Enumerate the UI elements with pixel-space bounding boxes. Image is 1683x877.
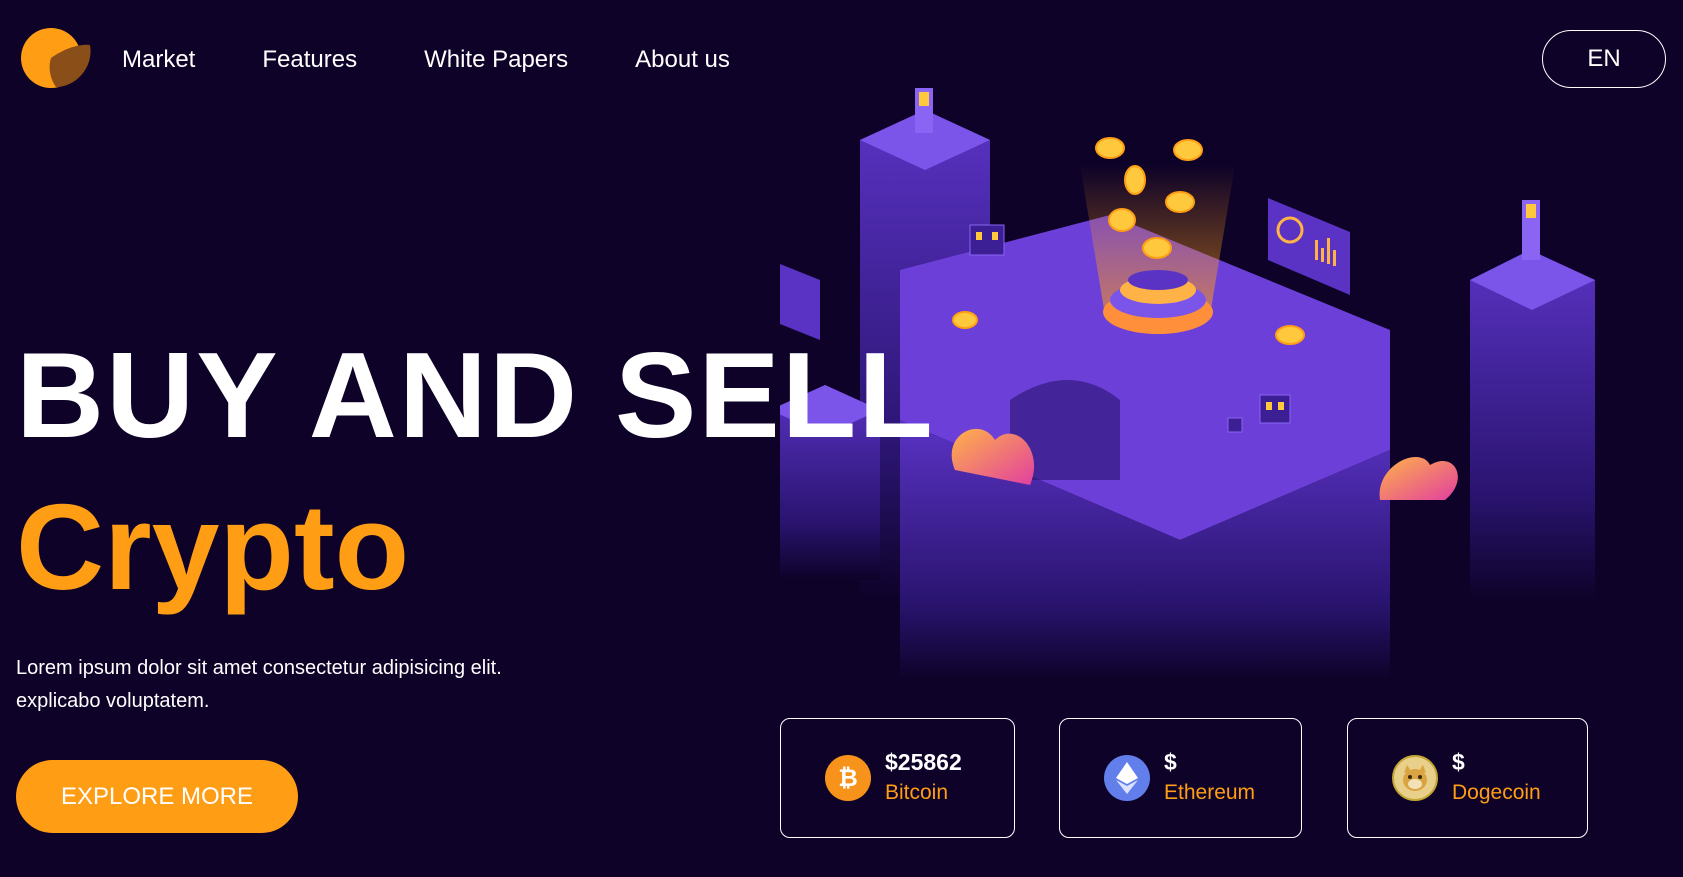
coin-name: Bitcoin	[885, 781, 949, 804]
svg-text:₿: ₿	[838, 764, 858, 792]
hero-description-line1: Lorem ipsum dolor sit amet consectetur a…	[16, 657, 502, 679]
hero-description: Lorem ipsum dolor sit amet consectetur a…	[16, 652, 576, 718]
hero-title-line2: Crypto	[16, 479, 410, 615]
nav-about-link[interactable]: About us	[635, 44, 730, 76]
nav-white-papers-link[interactable]: White Papers	[424, 44, 568, 76]
coin-price: $	[1452, 749, 1465, 775]
nav-market-link[interactable]: Market	[122, 44, 195, 76]
bitcoin-icon: ₿	[825, 755, 871, 801]
hero-description-line2: explicabo voluptatem.	[16, 690, 210, 712]
coin-card-bitcoin[interactable]: ₿ $25862 Bitcoin	[780, 718, 1015, 838]
ethereum-icon	[1104, 755, 1150, 801]
coin-name: Dogecoin	[1452, 781, 1541, 804]
hero-title-line1: BUY AND SELL	[16, 327, 935, 463]
explore-more-button[interactable]: EXPLORE MORE	[16, 760, 298, 833]
coin-price: $	[1164, 749, 1177, 775]
coin-card-ethereum[interactable]: $ Ethereum	[1059, 718, 1302, 838]
nav-features-link[interactable]: Features	[262, 44, 357, 76]
coin-name: Ethereum	[1164, 781, 1256, 804]
coin-card-dogecoin[interactable]: $ Dogecoin	[1347, 718, 1588, 838]
logo-icon[interactable]	[20, 27, 92, 89]
dogecoin-icon	[1392, 755, 1438, 801]
main-nav: Market Features White Papers About us	[122, 44, 797, 76]
coin-price: $25862	[885, 749, 962, 775]
